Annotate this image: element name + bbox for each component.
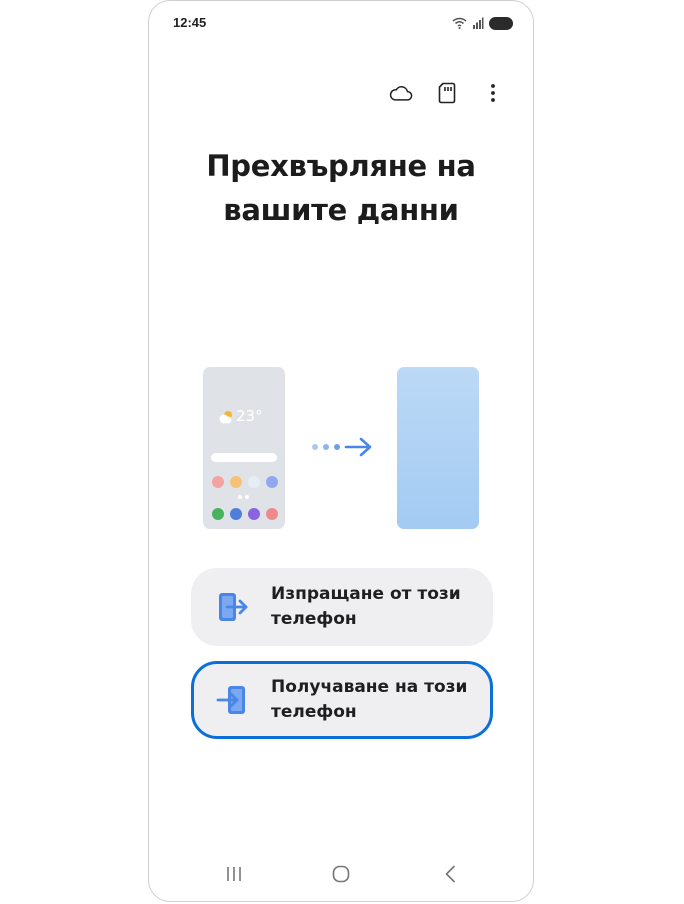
weather-icon xyxy=(218,409,232,424)
navigation-bar xyxy=(149,849,533,901)
app-icon-dot xyxy=(248,508,260,520)
receive-phone-icon xyxy=(215,683,249,717)
app-icon-dot xyxy=(230,476,242,488)
battery-icon xyxy=(489,17,513,30)
receive-on-this-phone-button[interactable]: Получаване на този телефон xyxy=(191,661,493,739)
app-icons-row-2 xyxy=(212,508,278,520)
recent-apps-icon[interactable] xyxy=(219,859,249,889)
weather-widget: 23° xyxy=(218,407,263,425)
app-icon-dot xyxy=(212,476,224,488)
page-title-line2: вашите данни xyxy=(223,193,459,227)
sd-card-icon[interactable] xyxy=(435,81,459,105)
status-time: 12:45 xyxy=(173,15,207,30)
receive-option-label: Получаване на този телефон xyxy=(271,677,468,722)
send-phone-icon xyxy=(215,590,249,624)
toolbar xyxy=(389,81,505,105)
app-icon-dot xyxy=(266,508,278,520)
weather-temperature: 23° xyxy=(236,407,263,425)
phone-frame: 12:45 Прехвърляне на вашите данни 23° Из… xyxy=(148,0,534,902)
status-bar: 12:45 xyxy=(149,1,533,43)
wifi-icon xyxy=(452,14,467,33)
old-phone-illustration: 23° xyxy=(203,367,285,529)
app-icon-dot xyxy=(230,508,242,520)
search-bar-illustration xyxy=(211,453,277,462)
app-icon-dot xyxy=(266,476,278,488)
app-icon-dot xyxy=(212,508,224,520)
transfer-arrow-icon xyxy=(311,436,375,462)
send-option-label: Изпращане от този телефон xyxy=(271,584,461,629)
app-icons-row-1 xyxy=(212,476,278,488)
home-icon[interactable] xyxy=(326,859,356,889)
send-from-this-phone-button[interactable]: Изпращане от този телефон xyxy=(191,568,493,646)
cloud-icon[interactable] xyxy=(389,81,413,105)
app-icon-dot xyxy=(248,476,260,488)
status-icons xyxy=(452,14,513,33)
new-phone-illustration xyxy=(397,367,479,529)
back-icon[interactable] xyxy=(435,859,465,889)
signal-icon xyxy=(472,14,484,33)
page-title-line1: Прехвърляне на xyxy=(206,149,476,183)
page-title: Прехвърляне на вашите данни xyxy=(149,144,533,232)
more-options-icon[interactable] xyxy=(481,81,505,105)
page-indicator xyxy=(238,495,249,499)
